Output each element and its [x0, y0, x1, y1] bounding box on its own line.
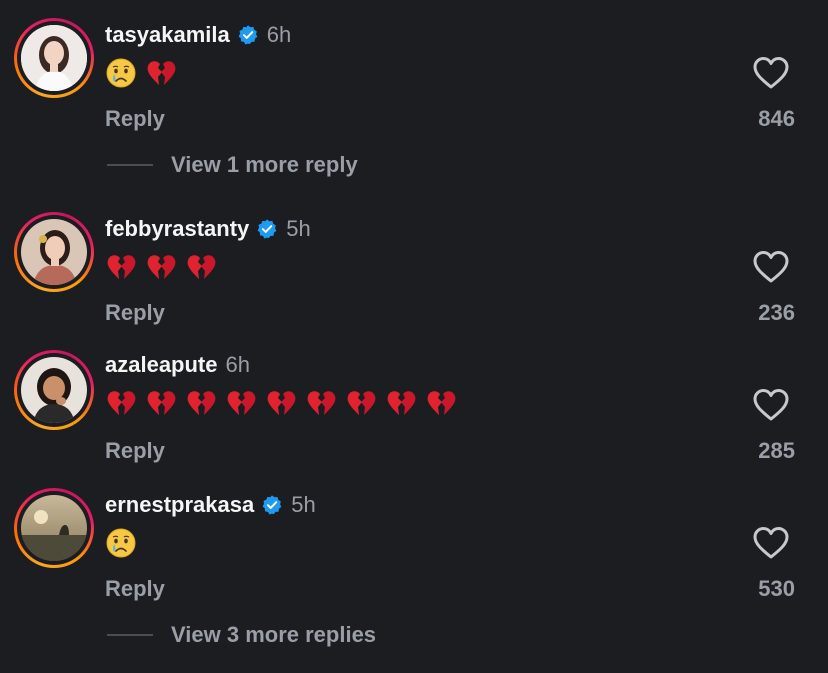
broken-heart-emoji [265, 387, 297, 419]
landscape-image [21, 495, 87, 561]
heart-outline-icon[interactable] [752, 388, 790, 422]
reply-button[interactable]: Reply [105, 106, 165, 132]
like-count: 285 [758, 438, 795, 463]
view-more-replies-label: View 3 more replies [171, 622, 377, 647]
crying-face-emoji [105, 527, 137, 559]
view-more-replies-button[interactable]: View 1 more reply [107, 150, 358, 180]
reply-button[interactable]: Reply [105, 576, 165, 602]
broken-heart-emoji [145, 251, 177, 283]
crying-face-emoji [105, 57, 137, 89]
avatar[interactable] [14, 18, 94, 98]
heart-outline-icon[interactable] [752, 526, 790, 560]
heart-outline-icon[interactable] [752, 56, 790, 90]
broken-heart-emoji [305, 387, 337, 419]
reply-button[interactable]: Reply [105, 300, 165, 326]
like-count: 236 [758, 300, 795, 325]
avatar[interactable] [14, 488, 94, 568]
timestamp: 5h [291, 492, 316, 517]
broken-heart-emoji [185, 387, 217, 419]
divider-line [107, 634, 153, 636]
comment-text [105, 525, 145, 561]
broken-heart-emoji [105, 251, 137, 283]
username[interactable]: ernestprakasa [105, 492, 254, 518]
portrait-image [21, 219, 87, 285]
verified-badge-icon [237, 24, 259, 46]
comment-text [105, 385, 465, 421]
timestamp: 5h [286, 216, 311, 241]
avatar[interactable] [14, 350, 94, 430]
verified-badge-icon [256, 218, 278, 240]
avatar[interactable] [14, 212, 94, 292]
view-more-replies-button[interactable]: View 3 more replies [107, 620, 376, 650]
divider-line [107, 164, 153, 166]
portrait-image [21, 357, 87, 423]
broken-heart-emoji [145, 57, 177, 89]
timestamp: 6h [225, 352, 250, 377]
timestamp: 6h [266, 22, 292, 47]
verified-badge-icon [261, 494, 283, 516]
broken-heart-emoji [425, 387, 457, 419]
comment-text [105, 249, 225, 285]
profile-photo [21, 219, 87, 285]
username[interactable]: febbyrastanty [105, 216, 249, 242]
profile-photo [21, 25, 87, 91]
broken-heart-emoji [145, 387, 177, 419]
username[interactable]: azaleapute [105, 352, 218, 378]
like-count: 846 [758, 106, 795, 131]
username[interactable]: tasyakamila [105, 22, 230, 48]
profile-photo [21, 495, 87, 561]
profile-photo [21, 357, 87, 423]
like-count: 530 [758, 576, 795, 601]
broken-heart-emoji [105, 387, 137, 419]
portrait-image [21, 25, 87, 91]
reply-button[interactable]: Reply [105, 438, 165, 464]
view-more-replies-label: View 1 more reply [171, 152, 358, 177]
heart-outline-icon[interactable] [752, 250, 790, 284]
broken-heart-emoji [345, 387, 377, 419]
broken-heart-emoji [225, 387, 257, 419]
broken-heart-emoji [185, 251, 217, 283]
broken-heart-emoji [385, 387, 417, 419]
comment-text [105, 55, 185, 91]
